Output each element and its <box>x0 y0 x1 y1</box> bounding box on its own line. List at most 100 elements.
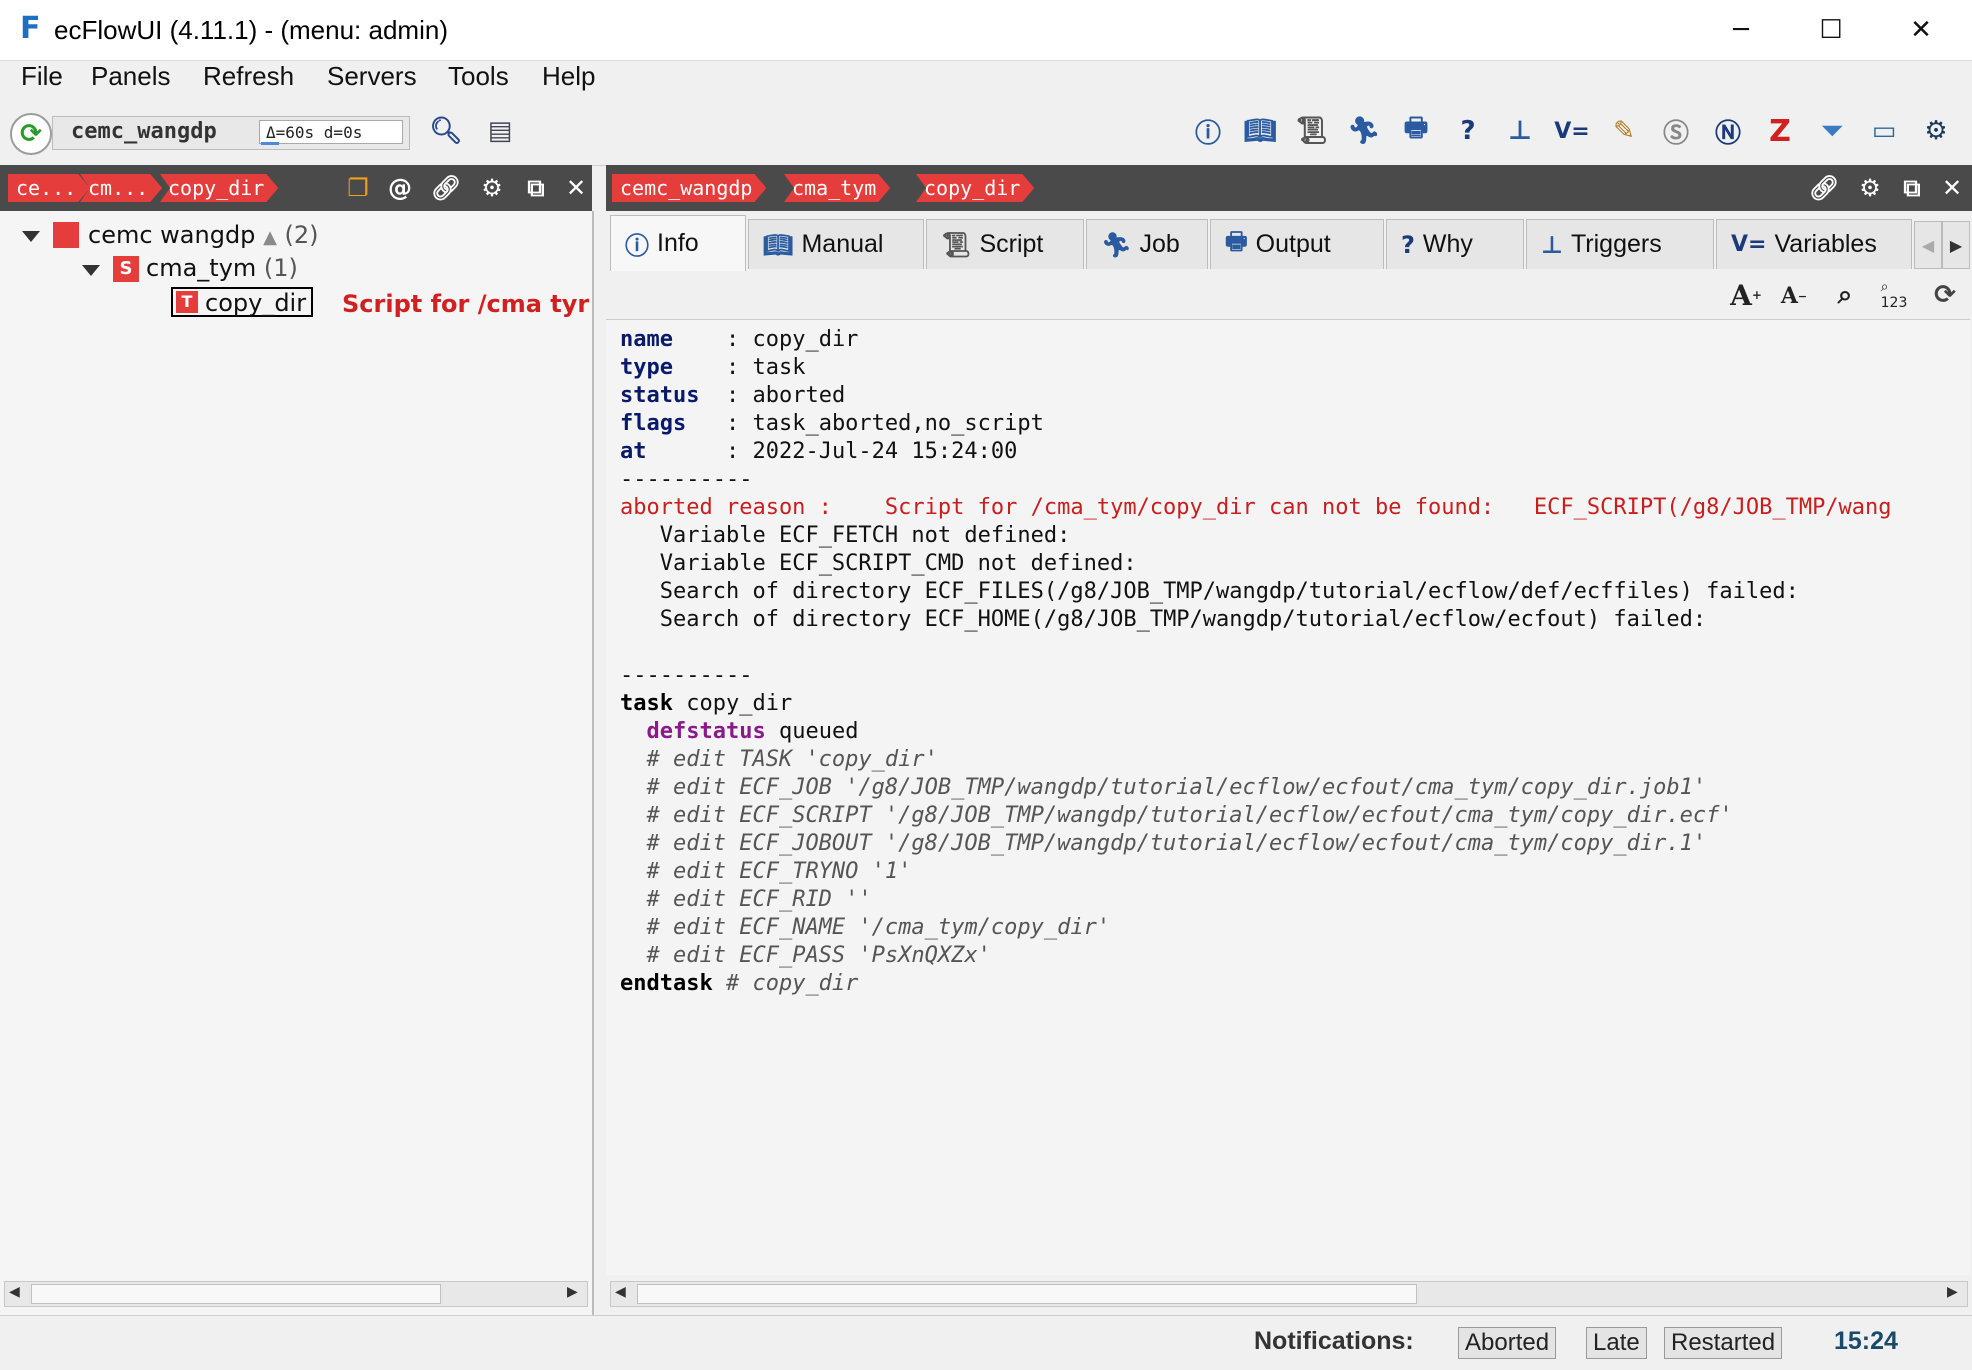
edit-line-7: # edit ECF_NAME '/cma_tym/copy_dir' <box>620 914 1892 942</box>
reload-icon[interactable]: ⟳ <box>1926 275 1964 315</box>
tab-triggers[interactable]: ⊥ Triggers <box>1526 219 1714 269</box>
reason-line-3-text: Search of directory ECF_FILES(/g8/JOB_TM… <box>659 579 1799 604</box>
info-breadcrumb-task[interactable]: copy_dir <box>916 174 1034 202</box>
edit-line-7-text: # edit ECF_NAME '/cma_tym/copy_dir' <box>646 915 1111 940</box>
tree-server-node[interactable]: cemc wangdp ▲ (2) <box>88 221 319 249</box>
refresh-delta: Δ=60s d=0s <box>259 120 403 144</box>
panel-settings-icon[interactable]: ⚙ <box>476 173 508 203</box>
tree-hscrollbar[interactable]: ◀ ▶ <box>4 1281 588 1307</box>
tab-variables[interactable]: V= Variables <box>1716 219 1912 269</box>
expand-suite-icon[interactable] <box>82 265 100 276</box>
tab-scroll-left-icon[interactable]: ◀ <box>1914 221 1942 269</box>
server-node-count: (2) <box>284 221 319 249</box>
close-button[interactable]: ✕ <box>1876 0 1966 60</box>
info-breadcrumb-server[interactable]: cemc_wangdp <box>612 174 766 202</box>
info-scroll-left-icon[interactable]: ◀ <box>615 1284 626 1300</box>
scroll-left-icon[interactable]: ◀ <box>9 1284 20 1300</box>
breadcrumb-task[interactable]: copy_dir <box>160 174 278 202</box>
def-task-name: copy_dir <box>686 691 793 716</box>
tab-why[interactable]: ? Why <box>1386 219 1524 269</box>
at-icon[interactable]: @ <box>384 173 416 203</box>
menu-file[interactable]: File <box>21 61 63 99</box>
manual-icon[interactable]: 📖︎ <box>1242 111 1278 151</box>
tab-info[interactable]: ⓘ Info <box>610 215 746 271</box>
info-link-icon[interactable]: 🔗︎ <box>1808 173 1840 203</box>
tree-suite-node[interactable]: cma_tym (1) <box>146 254 298 282</box>
info-settings-icon[interactable]: ⚙ <box>1854 173 1886 203</box>
settings-gear-icon[interactable]: ⚙ <box>1918 111 1954 151</box>
tab-output[interactable]: 🖶 Output <box>1210 219 1384 269</box>
menu-panels[interactable]: Panels <box>91 61 171 99</box>
endtask-line: endtask # copy_dir <box>620 970 1892 998</box>
menu-refresh[interactable]: Refresh <box>203 61 294 99</box>
tab-manual[interactable]: 📖︎ Manual <box>748 219 924 269</box>
info-text-area[interactable]: name : copy_dir type : task status : abo… <box>606 319 1970 1275</box>
notes-icon[interactable]: Ⓝ <box>1710 111 1746 151</box>
script-icon[interactable]: 📜︎ <box>1294 111 1330 151</box>
tab-info-label: Info <box>657 229 699 257</box>
status-time: 15:24 <box>1834 1327 1898 1355</box>
goto-line-icon[interactable]: ⌕ 123 <box>1874 275 1914 315</box>
info-hscroll-thumb[interactable] <box>637 1284 1417 1304</box>
info-breadcrumb-suite[interactable]: cma_tym <box>784 174 890 202</box>
notification-aborted-button[interactable]: Aborted <box>1458 1327 1557 1359</box>
filter-icon[interactable]: ⏷ <box>1814 111 1850 151</box>
server-list-icon[interactable]: ▤ <box>482 111 518 151</box>
menu-servers[interactable]: Servers <box>327 61 417 99</box>
scroll-right-icon[interactable]: ▶ <box>567 1284 578 1300</box>
job-icon[interactable]: 🏃︎ <box>1346 111 1382 151</box>
endtask-keyword: endtask <box>620 971 713 996</box>
task-abort-message: Script for /cma tyr <box>342 290 590 318</box>
output-icon[interactable]: 🖶 <box>1398 111 1434 151</box>
font-decrease-icon[interactable]: A − <box>1776 277 1812 315</box>
tree-hscroll-thumb[interactable] <box>31 1284 441 1304</box>
triggers-icon[interactable]: ⊥ <box>1502 111 1538 151</box>
variables-icon[interactable]: V= <box>1554 111 1590 151</box>
detach-icon[interactable]: ⧉ <box>520 173 552 203</box>
task-status-icon: T <box>176 291 198 313</box>
menu-tools[interactable]: Tools <box>448 61 509 99</box>
info-scroll-right-icon[interactable]: ▶ <box>1947 1284 1958 1300</box>
notification-late-button[interactable]: Late <box>1586 1327 1647 1359</box>
search-icon[interactable]: 🔍︎ <box>428 111 464 151</box>
tree-layers-icon[interactable]: ❐ <box>342 173 374 203</box>
server-refresh-box[interactable]: cemc_wangdp Δ=60s d=0s <box>52 116 410 150</box>
tab-script[interactable]: 📜︎ Script <box>926 219 1084 269</box>
font-increase-icon[interactable]: A + <box>1726 275 1766 315</box>
text-search-icon[interactable]: ⌕ <box>1826 275 1864 315</box>
defstatus-value: queued <box>778 719 859 744</box>
info-panel-header: cemc_wangdp cma_tym copy_dir 🔗︎ ⚙ ⧉ ✕ <box>606 165 1972 211</box>
defstatus-line: defstatus queued <box>620 718 1892 746</box>
info-detach-icon[interactable]: ⧉ <box>1896 173 1928 203</box>
info-icon[interactable]: ⓘ <box>1190 111 1226 151</box>
tab-job[interactable]: 🏃︎ Job <box>1086 219 1208 269</box>
info-close-icon[interactable]: ✕ <box>1936 173 1968 203</box>
edit-icon[interactable]: ✎ <box>1606 111 1642 151</box>
breadcrumb-server[interactable]: ce... <box>8 174 90 202</box>
menu-help[interactable]: Help <box>542 61 595 99</box>
tab-scroll-right-icon[interactable]: ▶ <box>1942 221 1970 269</box>
maximize-button[interactable]: ☐ <box>1786 0 1876 60</box>
edit-line-6-text: # edit ECF_RID '' <box>646 887 872 912</box>
breadcrumb-suite[interactable]: cm... <box>80 174 162 202</box>
aborted-reason-label: aborted reason : <box>620 495 832 520</box>
info-hscrollbar[interactable]: ◀ ▶ <box>610 1281 1968 1307</box>
panel-close-icon[interactable]: ✕ <box>560 173 592 203</box>
why-icon[interactable]: ? <box>1450 111 1486 151</box>
zombie-icon[interactable]: Z <box>1762 111 1798 151</box>
expand-server-icon[interactable] <box>22 231 40 242</box>
refresh-icon[interactable]: ⟳ <box>10 113 52 155</box>
link-icon[interactable]: 🔗︎ <box>430 173 462 203</box>
info-separator-2: ---------- <box>620 663 753 688</box>
tab-job-icon: 🏃︎ <box>1101 230 1132 259</box>
tab-manual-icon: 📖︎ <box>763 230 794 259</box>
tree-task-node[interactable]: T copy_dir <box>171 287 313 317</box>
reason-line-2-text: Variable ECF_SCRIPT_CMD not defined: <box>659 551 1137 576</box>
monitor-icon[interactable]: ▭ <box>1866 111 1902 151</box>
minimize-button[interactable]: ─ <box>1696 0 1786 60</box>
info-type-line: type : task <box>620 355 806 380</box>
tab-info-icon: ⓘ <box>625 232 649 260</box>
script-s-icon[interactable]: Ⓢ <box>1658 111 1694 151</box>
notification-restarted-button[interactable]: Restarted <box>1664 1327 1783 1359</box>
tab-why-label: Why <box>1422 230 1473 258</box>
